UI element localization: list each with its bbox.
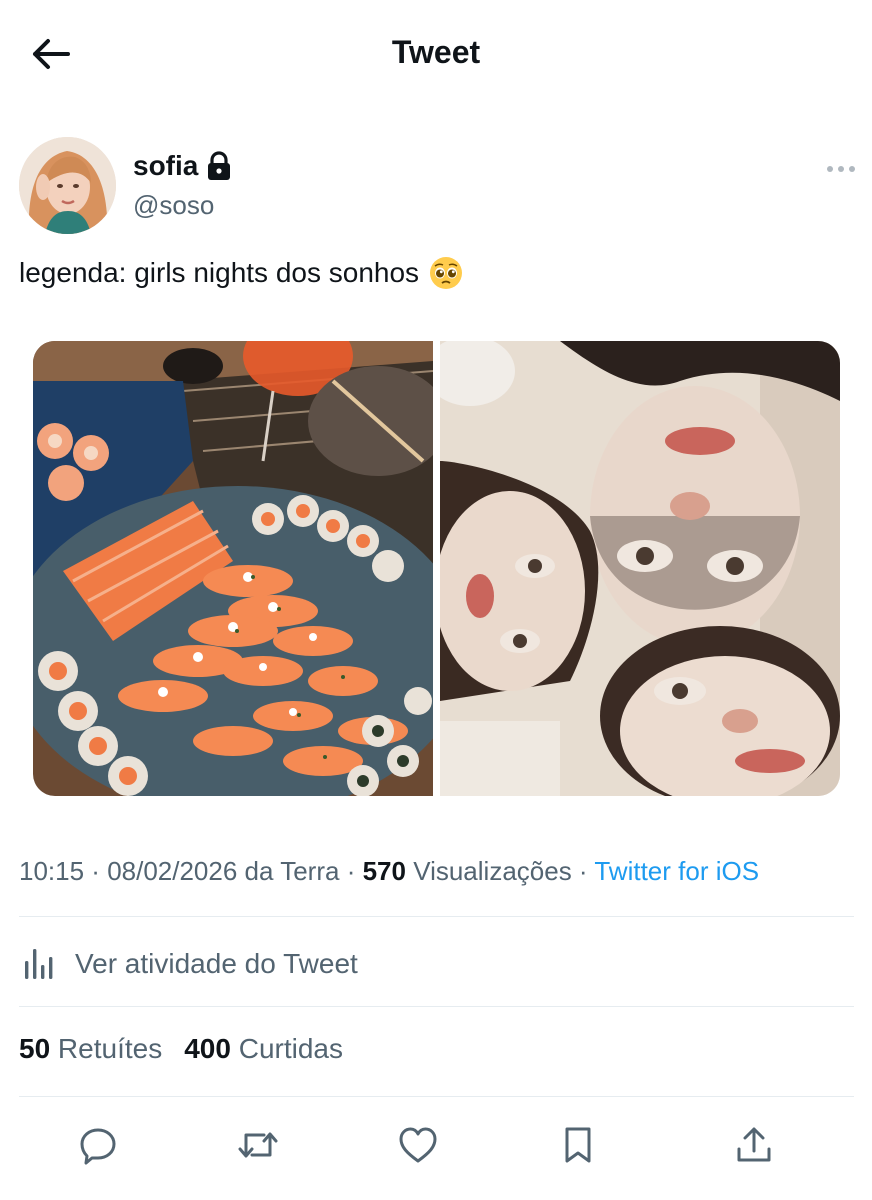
- more-options-button[interactable]: [824, 158, 858, 180]
- like-icon: [399, 1127, 437, 1163]
- views-count: 570: [362, 856, 406, 886]
- bookmark-icon: [565, 1127, 591, 1163]
- top-bar: Tweet: [0, 0, 872, 105]
- tweet-location: da Terra: [237, 856, 340, 886]
- likes-count: 400: [184, 1033, 231, 1064]
- likes-label: Curtidas: [230, 1033, 343, 1064]
- author-name: sofia: [133, 150, 199, 181]
- divider: [19, 1006, 854, 1007]
- engagement-stats: 50 Retuítes 400 Curtidas: [19, 1033, 343, 1065]
- tweet-metadata: 10:15 · 08/02/2026 da Terra · 570 Visual…: [19, 856, 759, 887]
- tweet-text-content: legenda: girls nights dos sonhos: [19, 257, 420, 288]
- meta-separator: ·: [339, 856, 363, 886]
- tweet-media: [33, 341, 840, 796]
- meta-separator: ·: [571, 856, 595, 886]
- tweet-date: 08/02/2026: [107, 856, 238, 886]
- media-photo-sushi[interactable]: [33, 341, 433, 796]
- author-handle[interactable]: @soso: [133, 190, 214, 221]
- avatar[interactable]: [19, 137, 116, 234]
- tweet-activity-link[interactable]: Ver atividade do Tweet: [19, 940, 358, 988]
- retweet-button[interactable]: [234, 1121, 282, 1169]
- retweet-icon: [238, 1132, 278, 1158]
- reply-icon: [80, 1128, 116, 1165]
- retweets-stat[interactable]: 50 Retuítes: [19, 1033, 162, 1065]
- tweet-action-bar: [0, 1115, 872, 1175]
- divider: [19, 1096, 854, 1097]
- tweet-time: 10:15: [19, 856, 85, 886]
- views-label: Visualizações: [405, 856, 572, 886]
- retweets-count: 50: [19, 1033, 51, 1064]
- divider: [19, 916, 854, 917]
- share-button[interactable]: [730, 1121, 778, 1169]
- meta-separator: ·: [84, 856, 108, 886]
- share-icon: [737, 1127, 771, 1162]
- client-link[interactable]: Twitter for iOS: [594, 856, 759, 886]
- page-title: Tweet: [391, 34, 481, 70]
- activity-label: Ver atividade do Tweet: [75, 948, 358, 979]
- pleading-face-icon: [430, 257, 463, 289]
- lock-icon: [208, 151, 231, 180]
- reply-button[interactable]: [74, 1121, 122, 1169]
- retweets-label: Retuítes: [50, 1033, 163, 1064]
- tweet-text: legenda: girls nights dos sonhos: [19, 256, 463, 290]
- author-name-row[interactable]: sofia: [133, 150, 232, 182]
- like-button[interactable]: [394, 1121, 442, 1169]
- bookmark-button[interactable]: [554, 1121, 602, 1169]
- analytics-icon: [25, 949, 53, 979]
- likes-stat[interactable]: 400 Curtidas: [184, 1033, 343, 1065]
- media-photo-friends[interactable]: [440, 341, 840, 796]
- more-icon: [827, 166, 855, 172]
